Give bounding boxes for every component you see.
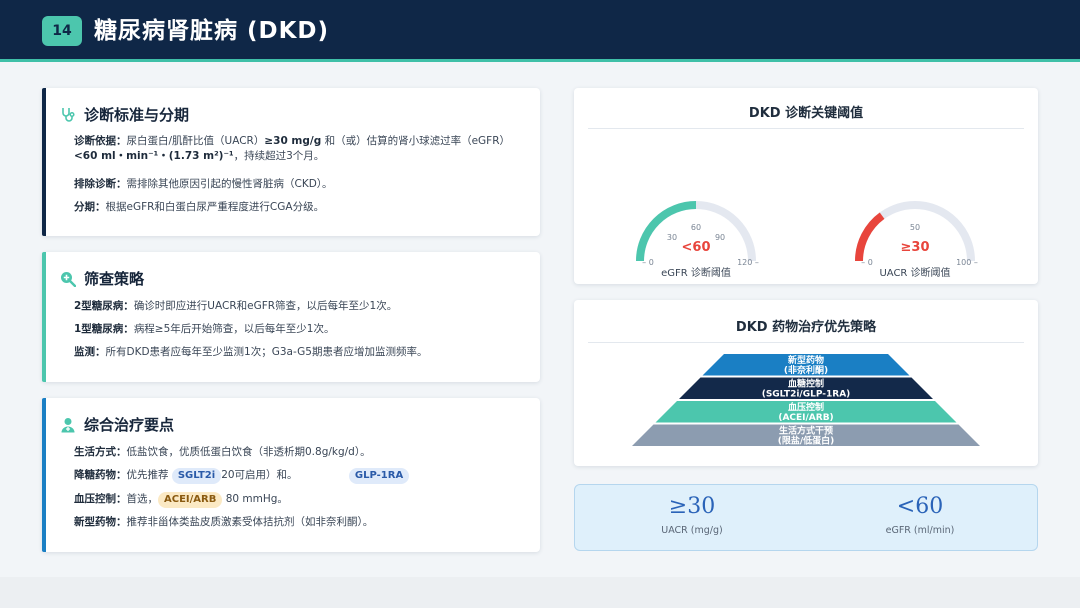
treatment-lifestyle: 生活方式：低盐饮食，优质低蛋白饮食（非透析期0.8g/kg/d）。	[74, 445, 534, 460]
gauge-tick-label: 120 –	[737, 258, 759, 267]
item-text: 首选，	[126, 493, 159, 505]
item-text: 推荐非甾体类盐皮质激素受体拮抗剂（如非奈利酮）。	[126, 516, 374, 528]
item-label: 监测：	[74, 346, 106, 358]
item-label: 新型药物：	[74, 516, 127, 528]
item-text: 20可启用）和。	[221, 469, 298, 481]
item-text: 优先推荐	[126, 469, 169, 481]
pyramid-level: 血压控制(ACEI/ARB)	[655, 401, 957, 423]
pyramid-diagram: 新型药物(非奈利酮)血糖控制(SGLT2i/GLP-1RA)血压控制(ACEI/…	[632, 354, 980, 447]
treatment-new-drugs: 新型药物：推荐非甾体类盐皮质激素受体拮抗剂（如非奈利酮）。	[74, 515, 534, 530]
item-text: 所有DKD患者应每年至少监测1次；G3a-G5期患者应增加监测频率。	[105, 346, 428, 358]
item-text: 尿白蛋白/肌酐比值（UACR）	[126, 135, 265, 147]
pyramid-label: 血糖控制	[788, 378, 824, 390]
gauge-tick-label: – 0	[642, 258, 654, 267]
gauge-value: ≥30	[901, 240, 930, 255]
gauge-tick-label: 90	[715, 233, 725, 242]
drug-tag: GLP-1RA	[348, 468, 410, 484]
diagnosis-staging: 分期：根据eGFR和白蛋白尿严重程度进行CGA分级。	[74, 200, 534, 215]
stat-label: UACR (mg/g)	[661, 525, 723, 536]
item-text: 需排除其他原因引起的慢性肾脏病（CKD）。	[126, 178, 333, 190]
gauge-label: UACR 诊断阈值	[879, 266, 950, 279]
gauge-tick-label: 60	[691, 223, 701, 232]
item-label: 1型糖尿病：	[74, 323, 134, 335]
threshold-panel: DKD 诊断关键阈值 – 0 30 60 90 120 – <60 eGFR 诊断阈值 – 0…	[574, 88, 1038, 284]
stethoscope-icon	[62, 107, 75, 122]
item-text: 确诊时即应进行UACR和eGFR筛查，以后每年至少1次。	[133, 300, 398, 312]
item-strong: <60 ml・min⁻¹・(1.73 m²)⁻¹	[74, 150, 234, 162]
panel-title: DKD 诊断关键阈值	[748, 106, 864, 121]
gauge-tick-label: 100 –	[956, 258, 978, 267]
item-text: ，持续超过3个月。	[233, 150, 325, 162]
item-label: 生活方式：	[74, 446, 127, 458]
treatment-pyramid-panel: DKD 药物治疗优先策略 新型药物 (非奈利酮) 血糖控制 (SGLT2i/GLP-1…	[574, 300, 1038, 466]
card-accent-bar	[42, 252, 46, 382]
item-label: 血压控制：	[74, 493, 127, 505]
pyramid-level: 血糖控制(SGLT2i/GLP-1RA)	[679, 377, 933, 400]
stat-value: ≥30	[668, 494, 716, 519]
pyramid-sublabel: (ACEI/ARB)	[778, 413, 833, 423]
item-label: 诊断依据：	[74, 135, 127, 147]
drug-tag: ACEI/ARB	[158, 492, 223, 508]
item-text: 和（或）估算的肾小球滤过率（eGFR）	[321, 135, 511, 147]
pyramid-sublabel: (非奈利酮)	[784, 364, 828, 376]
item-label: 分期：	[74, 201, 106, 213]
item-label: 降糖药物：	[74, 469, 127, 481]
diagnosis-exclude: 排除诊断：需排除其他原因引起的慢性肾脏病（CKD）。	[74, 177, 534, 192]
section-title: 诊断标准与分期	[84, 106, 190, 124]
egfr-gauge: – 0 30 60 90 120 – <60 eGFR 诊断阈值	[636, 201, 759, 279]
footer-strip	[0, 577, 1080, 608]
gauge-tick-label: 50	[910, 223, 920, 232]
gauge-label: eGFR 诊断阈值	[661, 266, 731, 279]
pyramid-level: 生活方式干预(限盐/低蛋白)	[632, 424, 980, 447]
key-stats-box: ≥30 UACR (mg/g) <60 eGFR (ml/min)	[574, 484, 1038, 551]
treatment-bp: 血压控制：首选， ACEI/ARB 80 mmHg。	[74, 492, 534, 508]
card-accent-bar	[42, 88, 46, 236]
stat-uacr: ≥30 UACR (mg/g)	[617, 493, 767, 536]
gauge-tick-label: 30	[667, 233, 677, 242]
item-text: 80 mmHg。	[225, 493, 288, 505]
stat-label: eGFR (ml/min)	[885, 525, 955, 536]
page-number-badge: 14	[42, 16, 82, 46]
screening-card: 筛查策略 2型糖尿病：确诊时即应进行UACR和eGFR筛查，以后每年至少1次。 …	[42, 252, 540, 382]
pyramid-label: 新型药物	[788, 354, 824, 366]
section-title: 筛查策略	[84, 270, 145, 288]
item-text: 病程≥5年后开始筛查，以后每年至少1次。	[133, 323, 335, 335]
diagnosis-card: 诊断标准与分期 诊断依据：尿白蛋白/肌酐比值（UACR）≥30 mg/g 和（或…	[42, 88, 540, 236]
drug-tag: SGLT2i	[171, 468, 222, 484]
pyramid-level: 新型药物(非奈利酮)	[702, 354, 910, 376]
item-label: 排除诊断：	[74, 178, 127, 190]
treatment-glucose: 降糖药物：优先推荐 SGLT2i 20可启用）和。 GLP-1RA	[74, 468, 534, 484]
item-text: 根据eGFR和白蛋白尿严重程度进行CGA分级。	[105, 201, 325, 213]
item-label: 2型糖尿病：	[74, 300, 134, 312]
pyramid-label: 生活方式干预	[779, 425, 833, 437]
page-title: 糖尿病肾脏病 (DKD)	[94, 18, 330, 44]
search-plus-icon	[61, 271, 76, 287]
gauge-fill	[855, 212, 885, 262]
pyramid-sublabel: (SGLT2i/GLP-1RA)	[762, 390, 851, 400]
item-strong: ≥30 mg/g	[264, 135, 322, 147]
item-text: 低盐饮食，优质低蛋白饮食（非透析期0.8g/kg/d）。	[126, 446, 371, 458]
gauge-tick-label: – 0	[861, 258, 873, 267]
doctor-icon	[61, 417, 75, 432]
threshold-gauges: – 0 30 60 90 120 – <60 eGFR 诊断阈值 – 0 50 100 – ≥30 U…	[636, 201, 978, 279]
stat-egfr: <60 eGFR (ml/min)	[845, 493, 995, 536]
gauge-value: <60	[682, 240, 711, 255]
screening-monitor: 监测：所有DKD患者应每年至少监测1次；G3a-G5期患者应增加监测频率。	[74, 345, 534, 360]
stat-value: <60	[896, 494, 944, 519]
card-accent-bar	[42, 398, 46, 552]
section-title: 综合治疗要点	[84, 416, 175, 434]
title-bar: 14 糖尿病肾脏病 (DKD)	[0, 0, 1080, 62]
pyramid-label: 血压控制	[788, 401, 824, 413]
diagnosis-basis: 诊断依据：尿白蛋白/肌酐比值（UACR）≥30 mg/g 和（或）估算的肾小球滤…	[74, 134, 534, 164]
screening-type2: 2型糖尿病：确诊时即应进行UACR和eGFR筛查，以后每年至少1次。	[74, 299, 534, 314]
pyramid-sublabel: (限盐/低蛋白)	[778, 435, 835, 447]
treatment-card: 综合治疗要点 生活方式：低盐饮食，优质低蛋白饮食（非透析期0.8g/kg/d）。…	[42, 398, 540, 552]
screening-type1: 1型糖尿病：病程≥5年后开始筛查，以后每年至少1次。	[74, 322, 534, 337]
uacr-gauge: – 0 50 100 – ≥30 UACR 诊断阈值	[855, 201, 978, 279]
